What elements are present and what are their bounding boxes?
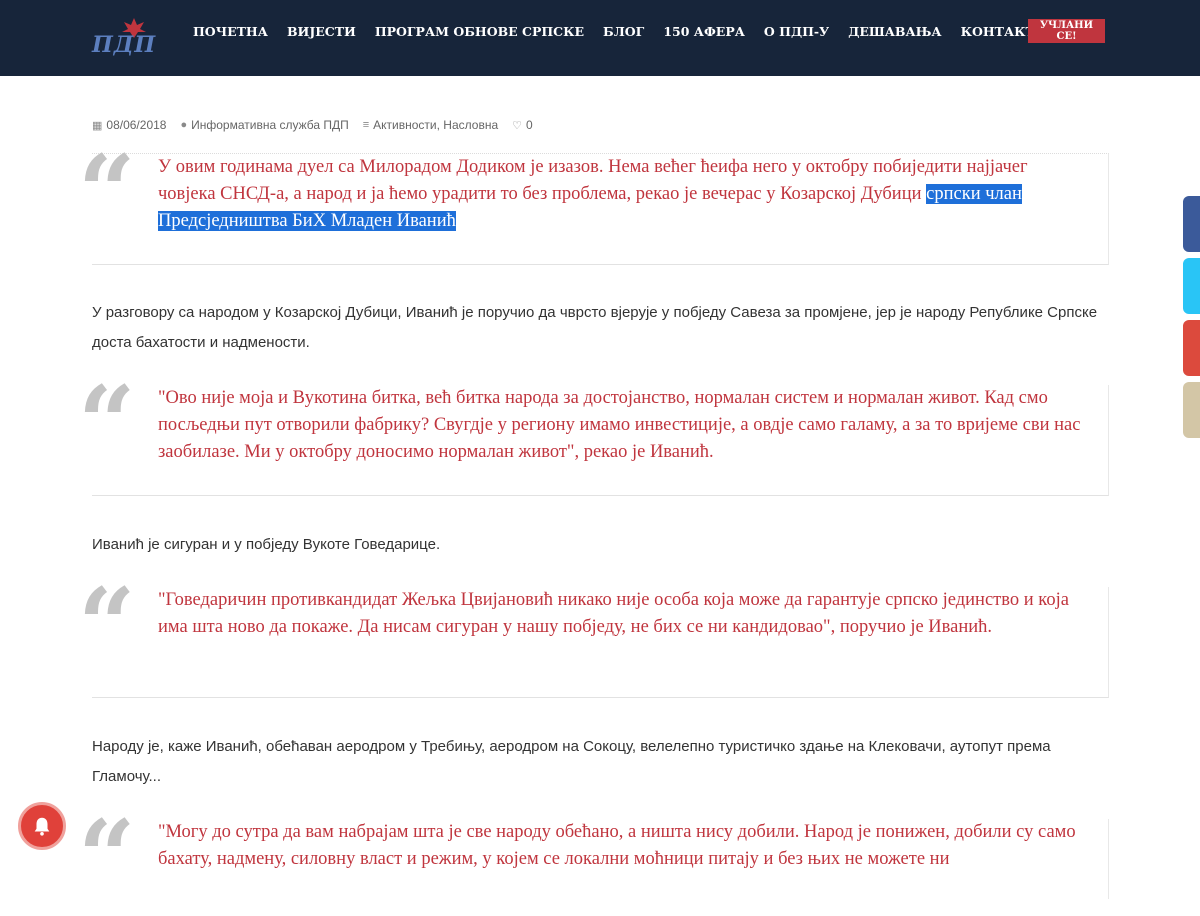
- nav-item-about[interactable]: О ПДП-У: [764, 24, 829, 39]
- post-categories-text[interactable]: Активности, Насловна: [373, 118, 498, 132]
- nav-item-blog[interactable]: БЛОГ: [603, 24, 644, 39]
- logo-text: ПДП: [92, 32, 157, 58]
- post-author-text[interactable]: Информативна служба ПДП: [191, 118, 349, 132]
- twitter-share-button[interactable]: [1183, 258, 1200, 314]
- post-author[interactable]: ● Информативна служба ПДП: [180, 118, 348, 132]
- main-nav: ПОЧЕТНА ВИЈЕСТИ ПРОГРАМ ОБНОВЕ СРПСКЕ БЛ…: [193, 24, 1054, 39]
- google-share-button[interactable]: [1183, 320, 1200, 376]
- site-header: ПДП ПОЧЕТНА ВИЈЕСТИ ПРОГРАМ ОБНОВЕ СРПСК…: [0, 0, 1200, 76]
- article-paragraph: Иванић је сигуран и у побједу Вукоте Гов…: [92, 536, 441, 553]
- post-likes-count: 0: [526, 118, 533, 132]
- nav-item-affairs[interactable]: 150 АФЕРА: [663, 24, 745, 39]
- quote-mark-icon: “: [78, 566, 136, 684]
- join-button[interactable]: УЧЛАНИ СЕ!: [1028, 19, 1105, 43]
- nav-item-program[interactable]: ПРОГРАМ ОБНОВЕ СРПСКЕ: [375, 24, 584, 39]
- post-likes[interactable]: ♡ 0: [512, 118, 533, 132]
- quote-text-plain: У овим годинама дуел са Милорадом Додико…: [158, 157, 1028, 204]
- bell-icon: [34, 817, 50, 836]
- blockquote: “ "Могу до сутра да вам набрајам шта је …: [78, 807, 1109, 907]
- post-categories[interactable]: ≡ Активности, Насловна: [363, 118, 498, 132]
- notification-bell-button[interactable]: [18, 802, 66, 850]
- blockquote: “ У овим годинама дуел са Милорадом Доди…: [78, 142, 1109, 265]
- nav-item-events[interactable]: ДЕШАВАЊА: [848, 24, 941, 39]
- blockquote: “ "Говедаричин противкандидат Жељка Цвиј…: [78, 575, 1109, 698]
- quote-mark-icon: “: [78, 364, 136, 482]
- post-meta: ▦ 08/06/2018 ● Информативна служба ПДП ≡…: [92, 118, 547, 132]
- post-date: ▦ 08/06/2018: [92, 118, 166, 132]
- nav-item-contact[interactable]: КОНТАКТ: [961, 24, 1035, 39]
- article-paragraph: Народу је, каже Иванић, обећаван аеродро…: [92, 738, 1051, 785]
- nav-item-home[interactable]: ПОЧЕТНА: [193, 24, 268, 39]
- post-date-text: 08/06/2018: [106, 118, 167, 132]
- facebook-share-button[interactable]: [1183, 196, 1200, 252]
- quote-text: "Ово није моја и Вукотина битка, већ бит…: [158, 388, 1081, 462]
- heart-icon: ♡: [512, 119, 523, 132]
- quote-text: "Могу до сутра да вам набрајам шта је св…: [158, 822, 1076, 869]
- quote-mark-icon: “: [78, 798, 136, 916]
- calendar-icon: ▦: [92, 119, 103, 132]
- more-share-button[interactable]: [1183, 382, 1200, 438]
- nav-item-news[interactable]: ВИЈЕСТИ: [287, 24, 356, 39]
- quote-text: У овим годинама дуел са Милорадом Додико…: [158, 154, 1088, 235]
- quote-mark-icon: “: [78, 133, 136, 251]
- quote-text: "Говедаричин противкандидат Жељка Цвијан…: [158, 590, 1069, 637]
- article-paragraph: У разговору са народом у Козарској Дубиц…: [92, 304, 1098, 351]
- blockquote: “ "Ово није моја и Вукотина битка, већ б…: [78, 373, 1109, 496]
- list-icon: ≡: [362, 119, 370, 131]
- pdp-logo[interactable]: ПДП: [92, 18, 172, 58]
- user-icon: ●: [180, 119, 188, 131]
